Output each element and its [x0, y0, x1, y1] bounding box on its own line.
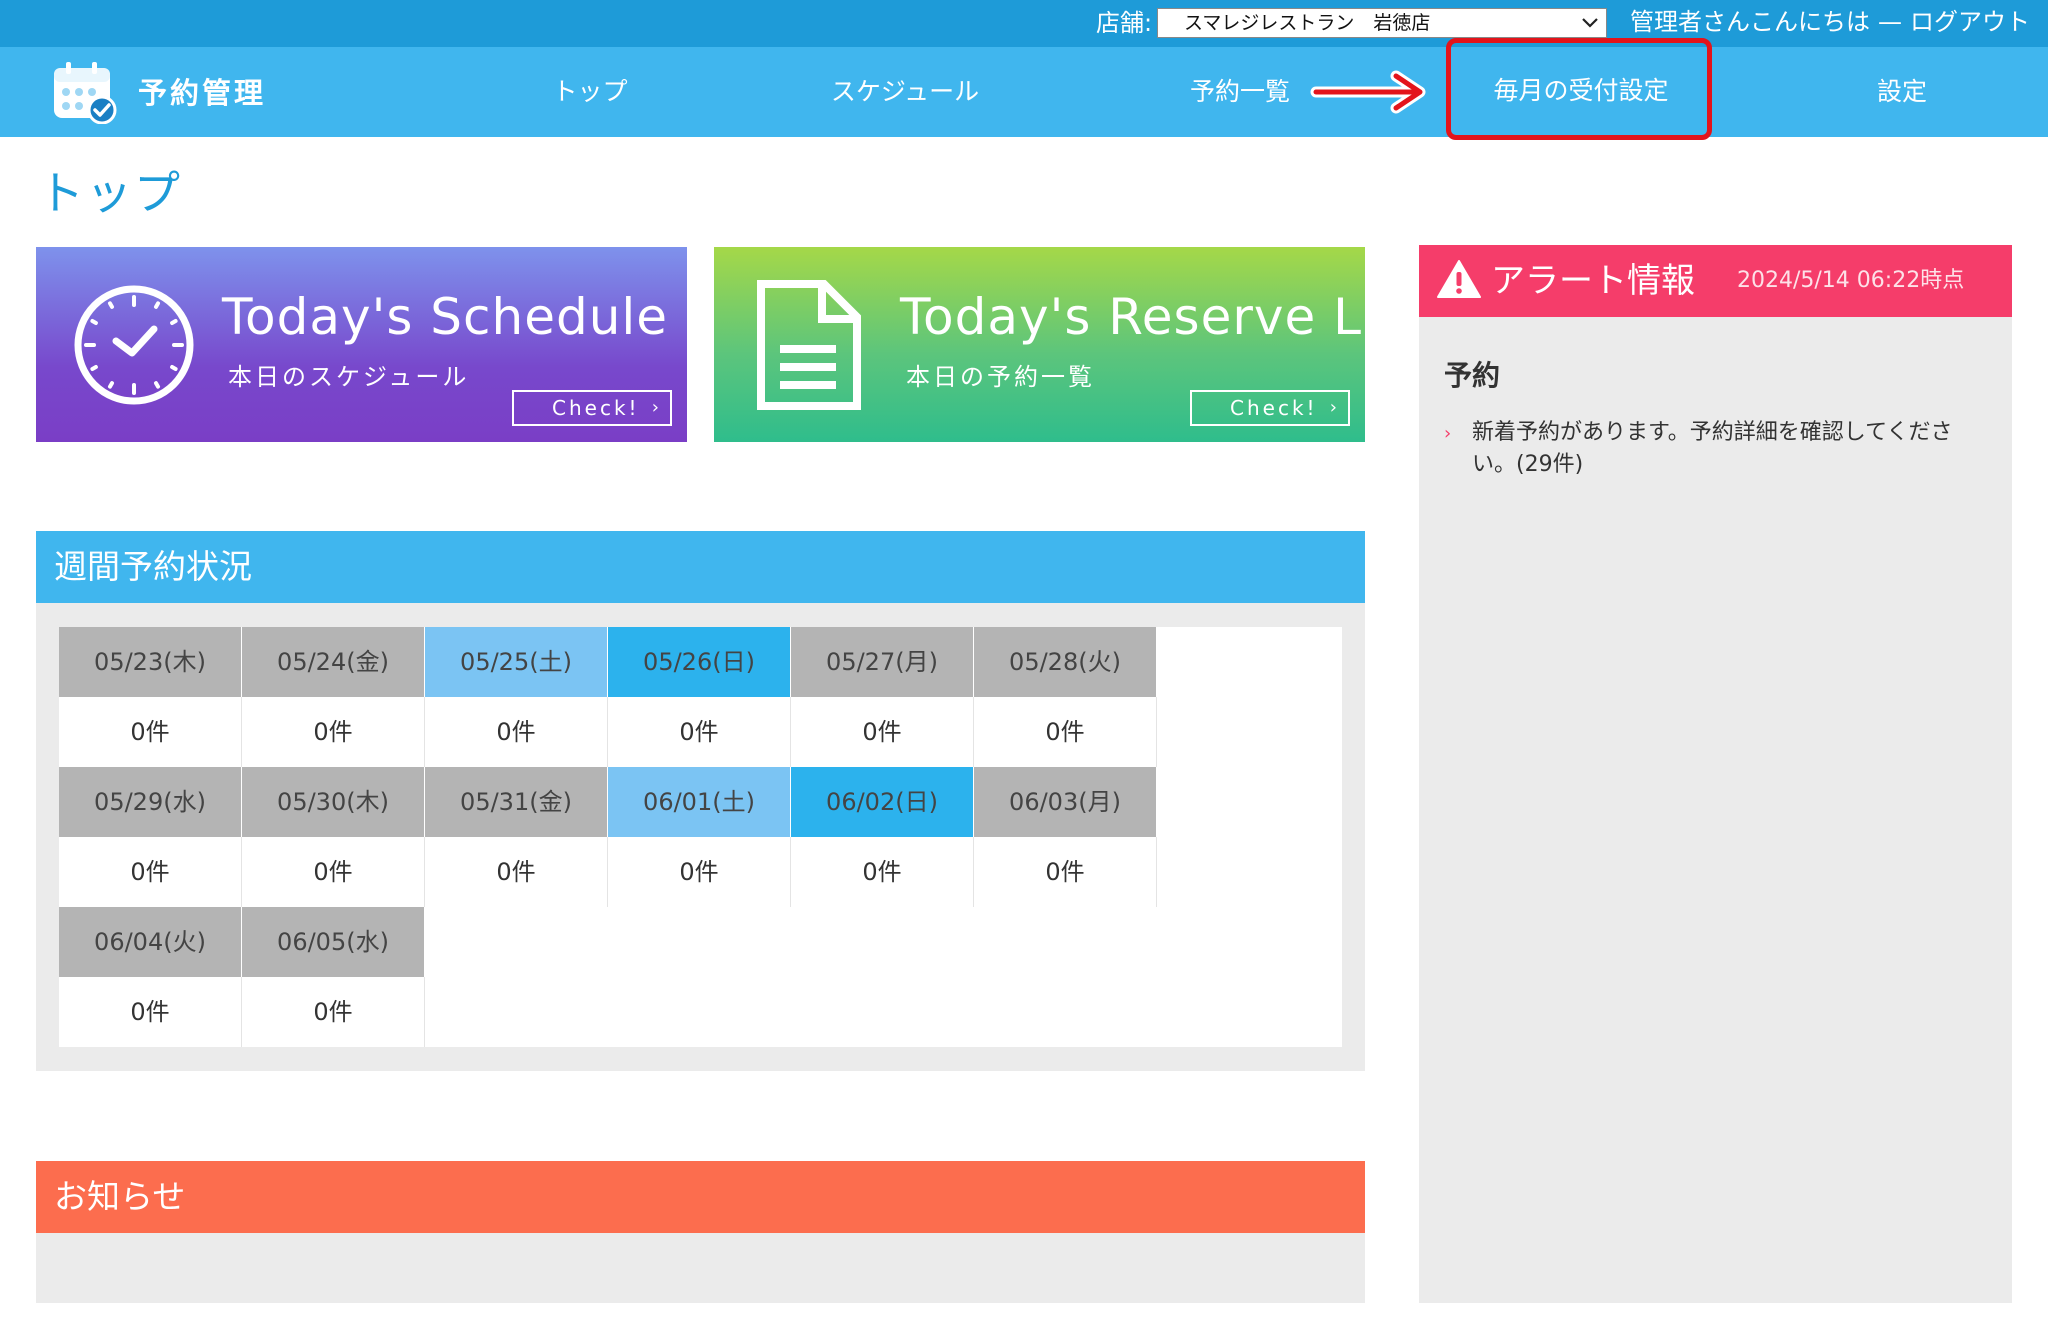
store-select-value: スマレジレストラン 岩徳店	[1184, 12, 1431, 34]
nav-item-top[interactable]: トップ	[530, 70, 650, 114]
calendar-count[interactable]: 0件	[242, 697, 425, 767]
check-button[interactable]: Check! ›	[512, 390, 672, 426]
calendar-count[interactable]: 0件	[608, 697, 791, 767]
clock-icon	[74, 285, 194, 405]
check-button[interactable]: Check! ›	[1190, 390, 1350, 426]
calendar-count[interactable]: 0件	[425, 697, 608, 767]
calendar-check-icon	[54, 62, 117, 124]
alert-timestamp: 2024/5/14 06:22時点	[1737, 268, 1965, 293]
calendar-date: 06/05(水)	[242, 907, 425, 977]
calendar-count[interactable]: 0件	[242, 837, 425, 907]
calendar-count[interactable]: 0件	[791, 697, 974, 767]
calendar-count[interactable]: 0件	[59, 977, 242, 1047]
calendar-count[interactable]: 0件	[974, 837, 1157, 907]
calendar-date: 05/31(金)	[425, 767, 608, 837]
calendar-date: 05/28(火)	[974, 627, 1157, 697]
weekly-reservations-panel: 週間予約状況 05/23(木) 0件 05/24(金) 0件 05/25(土) 0件 05/…	[36, 531, 1365, 1071]
calendar-count[interactable]: 0件	[425, 837, 608, 907]
card-subtitle: 本日のスケジュール	[228, 363, 470, 391]
calendar-date: 06/02(日)	[791, 767, 974, 837]
calendar-date: 05/24(金)	[242, 627, 425, 697]
weekly-title: 週間予約状況	[54, 547, 252, 586]
calendar-count[interactable]: 0件	[608, 837, 791, 907]
greeting-separator: —	[1878, 8, 1902, 36]
chevron-right-icon: ›	[1329, 397, 1340, 418]
logout-link[interactable]: ログアウト	[1910, 8, 2030, 36]
calendar-count[interactable]: 0件	[59, 697, 242, 767]
card-title: Today's Schedule	[222, 288, 669, 346]
calendar-date: 05/25(土)	[425, 627, 608, 697]
todays-schedule-card[interactable]: Today's Schedule 本日のスケジュール Check! ›	[36, 247, 687, 442]
news-panel: お知らせ	[36, 1161, 1365, 1303]
alert-title: アラート情報	[1491, 261, 1695, 301]
calendar-count[interactable]: 0件	[59, 837, 242, 907]
user-greeting: 管理者さんこんにちは — ログアウト	[1630, 6, 2030, 38]
check-label: Check!	[552, 396, 640, 420]
alert-header: アラート情報 2024/5/14 06:22時点	[1419, 245, 2012, 317]
arrow-right-icon	[1310, 70, 1426, 114]
news-header: お知らせ	[36, 1161, 1365, 1233]
main-nav	[0, 47, 2048, 137]
weekly-header: 週間予約状況	[36, 531, 1365, 603]
page-title: トップ	[38, 166, 182, 220]
nav-item-reservation-list[interactable]: 予約一覧	[1175, 70, 1305, 114]
chevron-right-icon: ›	[1444, 423, 1452, 444]
alert-panel: アラート情報 2024/5/14 06:22時点 予約 › 新着予約があります。…	[1419, 245, 2012, 1303]
chevron-right-icon: ›	[651, 397, 662, 418]
store-label: 店舗:	[1096, 9, 1153, 37]
calendar-date: 05/23(木)	[59, 627, 242, 697]
calendar-date: 06/01(土)	[608, 767, 791, 837]
chevron-down-icon	[1582, 18, 1598, 28]
card-subtitle: 本日の予約一覧	[906, 363, 1095, 391]
greeting-text: 管理者さんこんにちは	[1630, 8, 1870, 36]
alert-section-title: 予約	[1444, 359, 1501, 392]
calendar-date: 06/04(火)	[59, 907, 242, 977]
store-select[interactable]: スマレジレストラン 岩徳店	[1157, 8, 1607, 38]
card-title: Today's Reserve List	[900, 288, 1365, 346]
warning-icon	[1437, 260, 1481, 298]
calendar-date: 06/03(月)	[974, 767, 1157, 837]
nav-item-monthly-settings[interactable]: 毎月の受付設定	[1456, 49, 1706, 133]
calendar-date: 05/27(月)	[791, 627, 974, 697]
check-label: Check!	[1230, 396, 1318, 420]
calendar-date: 05/26(日)	[608, 627, 791, 697]
todays-reserve-list-card[interactable]: Today's Reserve List 本日の予約一覧 Check! ›	[714, 247, 1365, 442]
calendar-count[interactable]: 0件	[242, 977, 425, 1047]
news-title: お知らせ	[54, 1177, 186, 1216]
calendar-date: 05/30(木)	[242, 767, 425, 837]
alert-message[interactable]: 新着予約があります。予約詳細を確認してください。(29件)	[1472, 417, 1984, 481]
nav-item-schedule[interactable]: スケジュール	[810, 70, 1000, 114]
app-logo-text[interactable]: 予約管理	[138, 73, 266, 113]
calendar-count[interactable]: 0件	[791, 837, 974, 907]
nav-item-settings[interactable]: 設定	[1842, 70, 1962, 114]
calendar-date: 05/29(水)	[59, 767, 242, 837]
calendar-count[interactable]: 0件	[974, 697, 1157, 767]
document-icon	[757, 280, 861, 410]
weekly-calendar: 05/23(木) 0件 05/24(金) 0件 05/25(土) 0件 05/26(日) 0件…	[59, 627, 1342, 1047]
